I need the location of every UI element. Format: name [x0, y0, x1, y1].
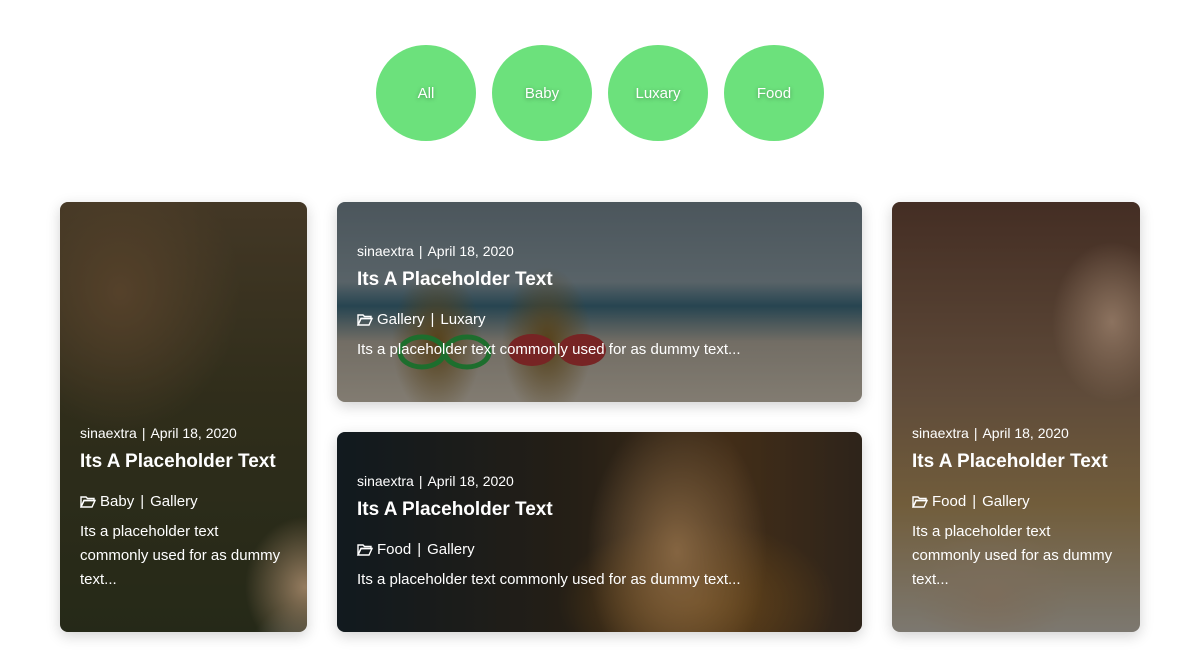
- post-meta: sinaextra | April 18, 2020: [912, 424, 1122, 442]
- post-categories: Baby | Gallery: [80, 492, 289, 512]
- category-link[interactable]: Luxary: [440, 310, 485, 330]
- post-card-content: sinaextra | April 18, 2020 Its A Placehold…: [357, 242, 844, 362]
- folder-open-icon: [357, 544, 373, 556]
- post-card-food-2[interactable]: sinaextra | April 18, 2020 Its A Placehold…: [892, 202, 1140, 632]
- post-title[interactable]: Its A Placeholder Text: [80, 450, 289, 474]
- post-excerpt: Its a placeholder text commonly used for…: [912, 523, 1113, 588]
- folder-open-icon: [912, 496, 928, 508]
- post-categories: Food | Gallery: [912, 492, 1122, 512]
- post-title[interactable]: Its A Placeholder Text: [357, 498, 844, 522]
- post-card-content: sinaextra | April 18, 2020 Its A Placehold…: [357, 472, 844, 592]
- category-link[interactable]: Gallery: [377, 310, 425, 330]
- post-categories: Gallery | Luxary: [357, 310, 844, 330]
- category-separator: |: [430, 311, 435, 328]
- category-link[interactable]: Food: [932, 492, 966, 512]
- post-card-content: sinaextra | April 18, 2020 Its A Placehold…: [912, 424, 1122, 592]
- filter-food-button[interactable]: Food: [724, 45, 824, 141]
- post-date[interactable]: April 18, 2020: [427, 473, 513, 489]
- post-excerpt: Its a placeholder text commonly used for…: [80, 523, 281, 588]
- post-date[interactable]: April 18, 2020: [982, 425, 1068, 441]
- category-separator: |: [972, 493, 977, 510]
- category-link[interactable]: Gallery: [982, 492, 1030, 512]
- post-card-food[interactable]: sinaextra | April 18, 2020 Its A Placehold…: [337, 432, 862, 632]
- filter-luxary-button[interactable]: Luxary: [608, 45, 708, 141]
- post-author[interactable]: sinaextra: [357, 243, 414, 259]
- category-link[interactable]: Food: [377, 540, 411, 560]
- post-author[interactable]: sinaextra: [357, 473, 414, 489]
- category-link[interactable]: Baby: [100, 492, 134, 512]
- post-title[interactable]: Its A Placeholder Text: [912, 450, 1122, 474]
- post-author[interactable]: sinaextra: [912, 425, 969, 441]
- post-card-baby[interactable]: sinaextra | April 18, 2020 Its A Placehold…: [60, 202, 307, 632]
- filter-all-button[interactable]: All: [376, 45, 476, 141]
- category-separator: |: [417, 541, 422, 558]
- meta-separator: |: [418, 473, 423, 489]
- post-excerpt: Its a placeholder text commonly used for…: [357, 341, 741, 358]
- category-separator: |: [140, 493, 145, 510]
- category-link[interactable]: Gallery: [427, 540, 475, 560]
- meta-separator: |: [141, 425, 146, 441]
- post-meta: sinaextra | April 18, 2020: [357, 472, 844, 490]
- post-categories: Food | Gallery: [357, 540, 844, 560]
- filter-baby-button[interactable]: Baby: [492, 45, 592, 141]
- post-author[interactable]: sinaextra: [80, 425, 137, 441]
- folder-open-icon: [80, 496, 96, 508]
- post-excerpt: Its a placeholder text commonly used for…: [357, 571, 741, 588]
- post-meta: sinaextra | April 18, 2020: [357, 242, 844, 260]
- post-date[interactable]: April 18, 2020: [427, 243, 513, 259]
- post-meta: sinaextra | April 18, 2020: [80, 424, 289, 442]
- meta-separator: |: [973, 425, 978, 441]
- post-card-content: sinaextra | April 18, 2020 Its A Placehold…: [80, 424, 289, 592]
- post-title[interactable]: Its A Placeholder Text: [357, 268, 844, 292]
- folder-open-icon: [357, 314, 373, 326]
- post-date[interactable]: April 18, 2020: [150, 425, 236, 441]
- post-card-luxary[interactable]: sinaextra | April 18, 2020 Its A Placehold…: [337, 202, 862, 402]
- meta-separator: |: [418, 243, 423, 259]
- category-link[interactable]: Gallery: [150, 492, 198, 512]
- filter-bar: All Baby Luxary Food: [0, 45, 1200, 141]
